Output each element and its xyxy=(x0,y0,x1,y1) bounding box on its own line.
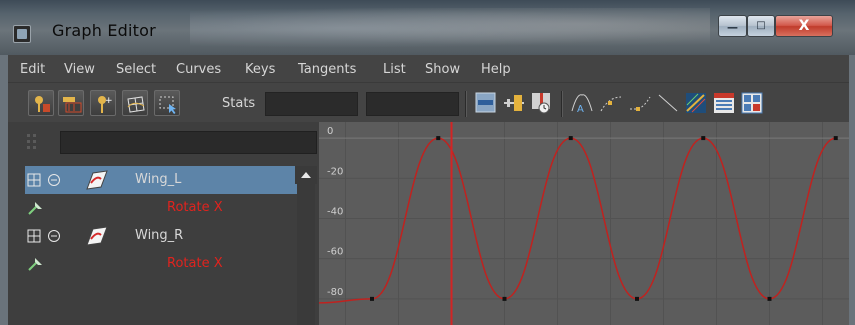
node-label: Wing_R xyxy=(135,228,184,243)
animation-curve xyxy=(319,137,836,304)
stats-label: Stats xyxy=(222,96,256,111)
window-border-right xyxy=(849,55,855,325)
dope-sheet-icon[interactable] xyxy=(712,91,736,115)
move-key-tool[interactable] xyxy=(28,90,54,116)
outliner-node-wing-l[interactable]: Wing_L xyxy=(25,166,297,194)
menu-select[interactable]: Select xyxy=(116,62,156,77)
toolbar-separator-2 xyxy=(561,91,563,117)
lattice-deform-tool[interactable] xyxy=(122,90,148,116)
transform-node-icon xyxy=(86,170,108,190)
stats-field-2[interactable] xyxy=(366,92,459,116)
toolbar-separator xyxy=(465,91,467,117)
animation-curve-chart[interactable]: 0 -20 -40 -60 -80 xyxy=(319,122,849,325)
outliner-filter-field[interactable] xyxy=(60,131,317,154)
attribute-label: Rotate X xyxy=(167,200,223,215)
insert-key-tool[interactable] xyxy=(58,90,84,116)
expand-icon[interactable] xyxy=(27,173,41,187)
keyframe-marker xyxy=(568,136,573,141)
keyframe-marker xyxy=(436,136,441,141)
maximize-icon: □ xyxy=(756,20,766,31)
menu-list[interactable]: List xyxy=(383,62,406,77)
frame-selection-icon[interactable] xyxy=(502,91,526,115)
window-title: Graph Editor xyxy=(52,21,156,40)
region-select-tool[interactable] xyxy=(154,90,180,116)
y-tick-label: -60 xyxy=(327,247,343,258)
outliner-attr-rotate-x[interactable]: Rotate X xyxy=(25,194,297,222)
keyframe-marker xyxy=(635,296,639,301)
menu-edit[interactable]: Edit xyxy=(20,62,45,77)
menu-show[interactable]: Show xyxy=(425,62,460,77)
expand-icon[interactable] xyxy=(27,229,41,243)
minimize-icon: — xyxy=(727,21,738,34)
attribute-label: Rotate X xyxy=(167,256,223,271)
toolbar: + Stats A xyxy=(8,82,849,123)
clamped-tangent-icon[interactable] xyxy=(628,91,652,115)
collapse-icon[interactable] xyxy=(47,173,61,187)
keyframe-marker xyxy=(833,136,838,141)
curve-outliner: Wing_L Rotate X Wing_R Rotate X xyxy=(8,122,319,325)
scroll-up-arrow-icon[interactable] xyxy=(295,166,317,184)
plateau-tangent-icon[interactable] xyxy=(684,91,708,115)
outliner-scrollbar[interactable] xyxy=(297,184,315,325)
keyframe-marker xyxy=(701,136,706,141)
lattice-deform-icon xyxy=(127,96,145,113)
insert-key-icon xyxy=(63,97,82,113)
minimize-button[interactable]: — xyxy=(718,15,747,37)
outliner-attr-rotate-x-2[interactable]: Rotate X xyxy=(25,250,297,278)
keyframe-marker xyxy=(767,296,772,301)
keyframe-marker xyxy=(502,296,507,301)
maximize-button[interactable]: □ xyxy=(747,15,775,37)
graph-editor-window: Graph Editor — □ X Edit View Select Curv… xyxy=(0,0,855,325)
y-tick-label: 0 xyxy=(327,126,333,137)
menu-help[interactable]: Help xyxy=(481,62,511,77)
title-bar[interactable]: Graph Editor — □ X xyxy=(0,0,855,55)
region-select-icon xyxy=(159,96,176,114)
attribute-channel-icon xyxy=(28,202,42,215)
y-tick-label: -20 xyxy=(327,166,343,177)
menu-bar: Edit View Select Curves Keys Tangents Li… xyxy=(8,55,849,82)
transform-node-icon xyxy=(86,226,108,246)
add-key-icon: + xyxy=(98,96,113,113)
close-button[interactable]: X xyxy=(775,15,833,37)
close-icon: X xyxy=(798,18,810,34)
menu-keys[interactable]: Keys xyxy=(245,62,275,77)
y-tick-label: -80 xyxy=(327,287,343,298)
menu-view[interactable]: View xyxy=(64,62,95,77)
graph-view[interactable]: 0 -20 -40 -60 -80 xyxy=(319,122,849,325)
add-key-tool[interactable]: + xyxy=(90,90,116,116)
attribute-channel-icon xyxy=(28,258,42,271)
auto-tangent-icon[interactable]: A xyxy=(570,91,594,115)
y-tick-label: -40 xyxy=(327,206,343,217)
linear-tangent-icon[interactable] xyxy=(656,91,680,115)
menu-curves[interactable]: Curves xyxy=(176,62,221,77)
frame-playback-icon[interactable] xyxy=(530,91,554,115)
svg-text:A: A xyxy=(577,104,584,115)
move-key-icon xyxy=(35,96,50,112)
menu-tangents[interactable]: Tangents xyxy=(298,62,356,77)
window-border-left xyxy=(0,55,8,325)
keyframe-marker xyxy=(370,296,374,301)
node-label: Wing_L xyxy=(135,172,182,187)
frame-all-icon[interactable] xyxy=(474,91,498,115)
spline-tangent-icon[interactable] xyxy=(599,91,623,115)
stats-field-1[interactable] xyxy=(265,92,358,116)
trax-editor-icon[interactable] xyxy=(740,91,764,115)
aero-glass-background xyxy=(190,8,710,48)
app-icon[interactable] xyxy=(13,25,31,43)
collapse-icon[interactable] xyxy=(47,229,61,243)
svg-text:+: + xyxy=(105,96,113,106)
filter-handle-icon[interactable] xyxy=(25,132,47,152)
outliner-node-wing-r[interactable]: Wing_R xyxy=(25,222,297,250)
